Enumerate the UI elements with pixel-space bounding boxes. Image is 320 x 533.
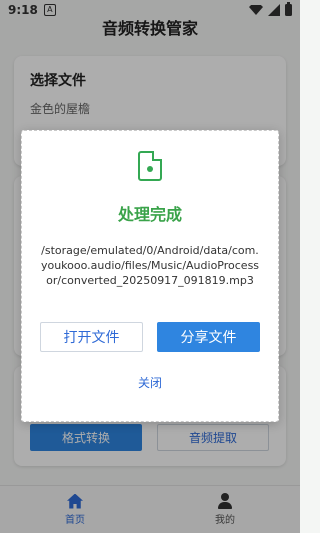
- app-screen: 9:18 A 音频转换管家 选择文件 金色的屋檐 格式转换 音频提取 首页 我的…: [0, 0, 300, 533]
- close-button[interactable]: 关闭: [38, 374, 262, 391]
- notification-label: A: [47, 5, 53, 14]
- output-path: /storage/emulated/0/Android/data/com.you…: [40, 244, 260, 287]
- completion-dialog: 处理完成 /storage/emulated/0/Android/data/co…: [21, 130, 279, 422]
- signal-icon: [268, 4, 280, 16]
- dialog-title: 处理完成: [117, 205, 182, 224]
- notification-icon: A: [43, 4, 56, 16]
- status-icons: [249, 2, 292, 16]
- status-bar: 9:18 A: [0, 0, 300, 20]
- audio-file-icon: [138, 151, 162, 181]
- share-file-button[interactable]: 分享文件: [157, 322, 260, 352]
- wifi-icon: [249, 5, 263, 15]
- dialog-buttons: 打开文件 分享文件: [38, 322, 262, 352]
- battery-icon: [285, 2, 292, 16]
- status-time: 9:18: [8, 3, 38, 17]
- open-file-button[interactable]: 打开文件: [40, 322, 143, 352]
